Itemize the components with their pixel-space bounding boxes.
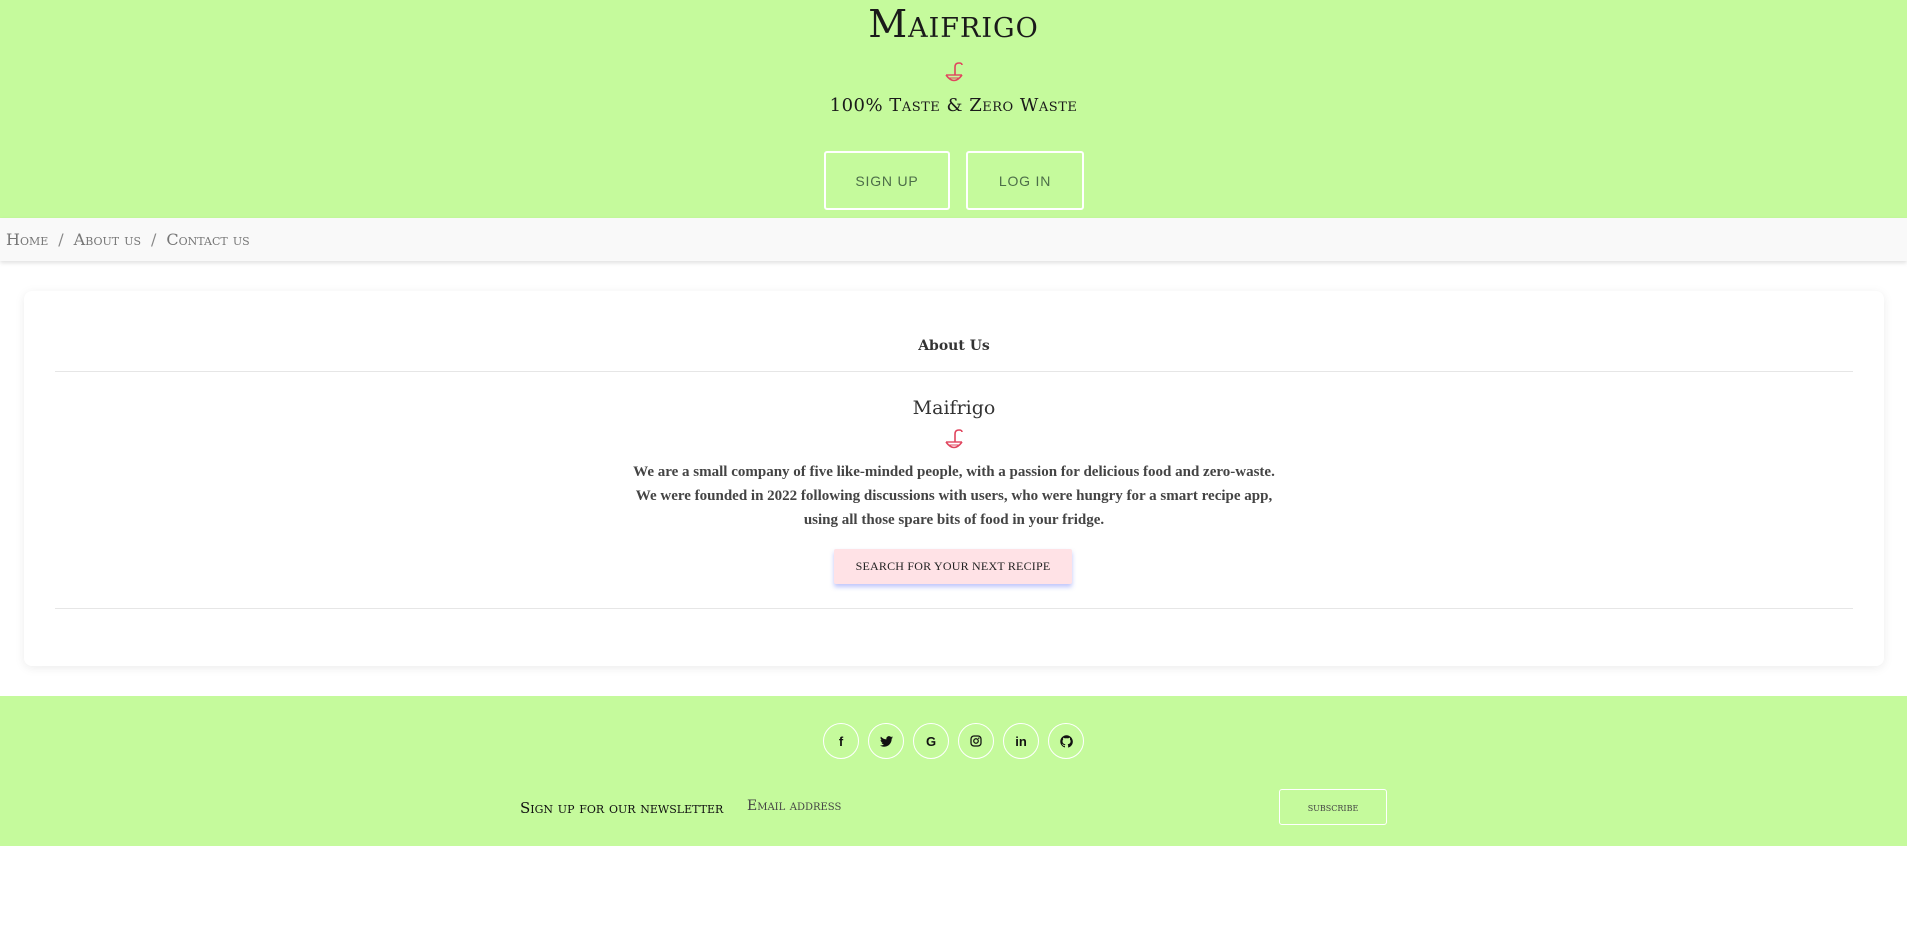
breadcrumb-contact-us[interactable]: Contact us [166,230,249,249]
social-links: f G in [0,723,1907,759]
email-input[interactable] [745,791,1265,821]
about-paragraph-line: using all those spare bits of food in yo… [803,512,1105,528]
search-recipe-button[interactable]: SEARCH FOR YOUR NEXT RECIPE [834,549,1072,584]
about-card: About Us Maifrigo We are a small company… [24,291,1884,666]
about-paragraph: We are a small company of five like-mind… [24,460,1884,532]
site-footer: f G in Sign up for our newsletter subscr… [0,696,1907,846]
facebook-icon[interactable]: f [823,723,859,759]
breadcrumb: Home / About us / Contact us [0,218,1907,261]
twitter-bird-icon [879,735,893,747]
instagram-icon[interactable] [958,723,994,759]
github-icon[interactable] [1048,723,1084,759]
about-brand-name: Maifrigo [912,397,996,419]
ladle-bowl-icon [945,429,963,449]
card-divider-bottom [55,608,1853,609]
tagline: 100% Taste & Zero Waste [829,95,1078,116]
breadcrumb-home[interactable]: Home [6,230,48,249]
about-heading: About Us [918,338,990,354]
breadcrumb-separator: / [58,230,64,249]
site-title: Maifrigo [868,2,1039,46]
instagram-glyph-icon [970,735,982,747]
about-paragraph-line: We are a small company of five like-mind… [633,464,1275,480]
linkedin-icon[interactable]: in [1003,723,1039,759]
google-icon[interactable]: G [913,723,949,759]
about-paragraph-line: We were founded in 2022 following discus… [635,488,1273,504]
newsletter-label: Sign up for our newsletter [520,799,724,817]
twitter-icon[interactable] [868,723,904,759]
breadcrumb-about-us[interactable]: About us [74,230,141,249]
ladle-bowl-icon [944,62,963,82]
log-in-button[interactable]: LOG IN [966,151,1084,210]
sign-up-button[interactable]: SIGN UP [824,151,950,210]
site-header: Maifrigo 100% Taste & Zero Waste SIGN UP… [0,0,1907,218]
card-divider-top [55,371,1853,372]
github-octocat-icon [1059,734,1073,748]
breadcrumb-separator: / [151,230,157,249]
subscribe-button[interactable]: subscribe [1279,789,1387,825]
